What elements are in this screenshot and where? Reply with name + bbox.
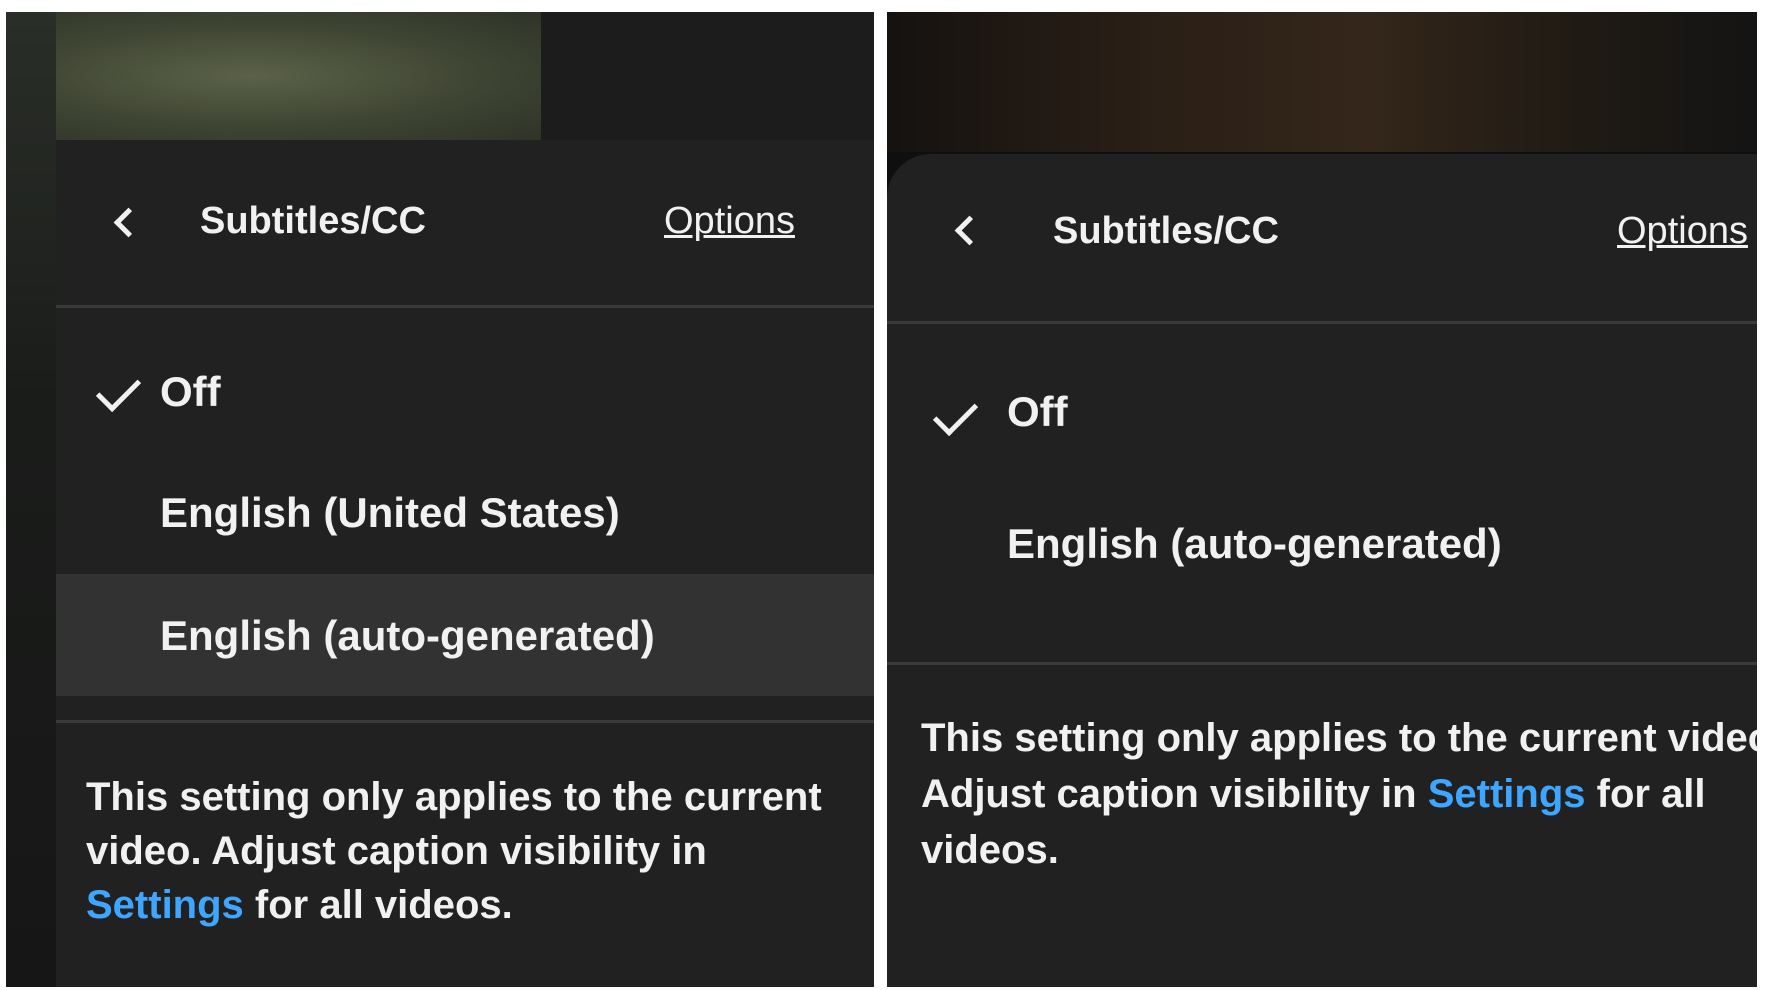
note-text: for all bbox=[1585, 772, 1706, 816]
video-frame bbox=[887, 12, 1757, 152]
sheet-title: Subtitles/CC bbox=[1053, 210, 1279, 252]
footer-divider bbox=[56, 720, 874, 723]
note-line: Adjust caption visibility in Settings fo… bbox=[921, 766, 1751, 822]
note-line: This setting only applies to the current… bbox=[921, 716, 1757, 760]
caption-option-english-auto[interactable]: English (auto-generated) bbox=[887, 476, 1757, 616]
back-arrow-icon[interactable] bbox=[112, 210, 134, 232]
back-arrow-icon[interactable] bbox=[953, 218, 975, 240]
caption-option-label: English (auto-generated) bbox=[1007, 520, 1502, 567]
note-line: video. Adjust caption visibility in bbox=[86, 829, 707, 873]
check-icon bbox=[931, 406, 967, 426]
header-divider bbox=[887, 321, 1757, 324]
caption-option-label: Off bbox=[160, 368, 221, 415]
caption-option-off[interactable]: Off bbox=[887, 326, 1757, 476]
options-link[interactable]: Options bbox=[1617, 210, 1748, 253]
left-screenshot: Subtitles/CC Options Off English (United… bbox=[6, 12, 874, 987]
caption-note: This setting only applies to the current… bbox=[86, 770, 866, 932]
footer-divider bbox=[887, 662, 1757, 665]
right-screenshot: Subtitles/CC Options Off English (auto-g… bbox=[887, 12, 1757, 987]
caption-option-off[interactable]: Off bbox=[56, 310, 874, 433]
note-line: Settings for all videos. bbox=[86, 878, 866, 932]
subtitles-sheet: Subtitles/CC Options Off English (United… bbox=[56, 140, 874, 987]
note-line: This setting only applies to the current bbox=[86, 775, 822, 819]
caption-option-english-auto[interactable]: English (auto-generated) bbox=[56, 574, 874, 696]
video-frame bbox=[56, 12, 541, 140]
video-background bbox=[6, 12, 56, 987]
caption-option-label: Off bbox=[1007, 388, 1068, 435]
caption-note: This setting only applies to the current… bbox=[921, 710, 1757, 878]
caption-option-label: English (United States) bbox=[160, 489, 620, 536]
caption-option-english-us[interactable]: English (United States) bbox=[56, 445, 874, 568]
note-text: Adjust caption visibility in bbox=[921, 772, 1428, 816]
options-link[interactable]: Options bbox=[664, 200, 795, 243]
note-line: videos. bbox=[921, 828, 1059, 872]
caption-option-label: English (auto-generated) bbox=[160, 612, 655, 659]
subtitles-sheet: Subtitles/CC Options Off English (auto-g… bbox=[887, 154, 1757, 987]
check-icon bbox=[94, 382, 130, 402]
header-divider bbox=[56, 305, 874, 308]
sheet-title: Subtitles/CC bbox=[200, 200, 426, 242]
note-text: for all videos. bbox=[243, 883, 513, 927]
settings-link[interactable]: Settings bbox=[86, 883, 244, 927]
video-frame-dark bbox=[541, 12, 874, 140]
settings-link[interactable]: Settings bbox=[1428, 772, 1586, 816]
